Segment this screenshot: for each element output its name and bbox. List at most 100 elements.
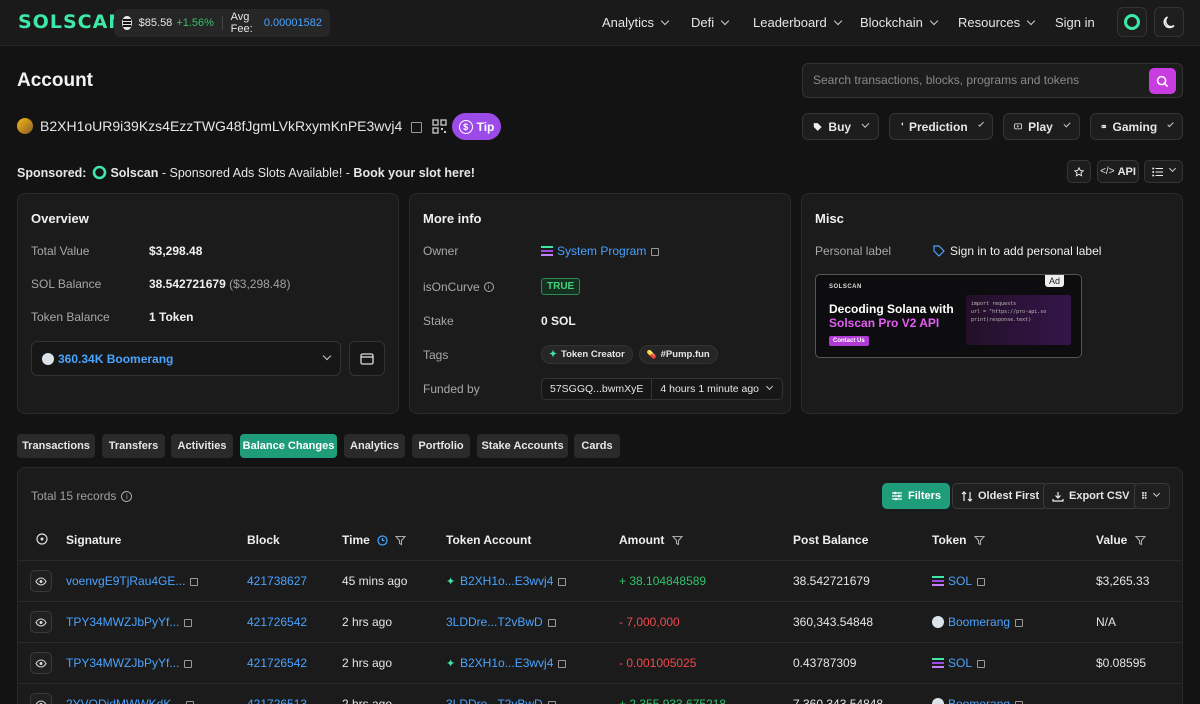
token-account-link[interactable]: B2XH1o...E3wvj4 bbox=[460, 574, 553, 588]
signature-link[interactable]: 2YVQDidMWWKdK... bbox=[66, 697, 181, 704]
search-input[interactable]: Search transactions, blocks, programs an… bbox=[802, 63, 1183, 98]
tag-token-creator[interactable]: ✦ Token Creator bbox=[541, 345, 633, 364]
tag-icon bbox=[933, 245, 945, 257]
token-account-link[interactable]: 3LDDre...T2vBwD bbox=[446, 697, 543, 704]
tab-analytics[interactable]: Analytics bbox=[344, 434, 405, 458]
sort-button[interactable]: Oldest First bbox=[952, 483, 1049, 509]
nav-resources[interactable]: Resources bbox=[958, 15, 1036, 30]
solscan-app-button[interactable] bbox=[1117, 7, 1147, 37]
help-icon[interactable] bbox=[36, 533, 48, 545]
book-slot-link[interactable]: Book your slot here! bbox=[353, 166, 475, 180]
filter-icon[interactable] bbox=[974, 535, 986, 546]
block-link[interactable]: 421726542 bbox=[247, 656, 307, 670]
theme-toggle-button[interactable] bbox=[1154, 7, 1184, 37]
play-dropdown[interactable]: Play bbox=[1003, 113, 1080, 140]
token-account-link[interactable]: B2XH1o...E3wvj4 bbox=[460, 656, 553, 670]
token-select-dropdown[interactable]: 360.34K Boomerang bbox=[31, 341, 341, 376]
solana-token-icon bbox=[932, 658, 944, 668]
sol-balance: 38.542721679 ($3,298.48) bbox=[149, 277, 290, 291]
filters-button[interactable]: Filters bbox=[882, 483, 951, 509]
boomerang-token-icon bbox=[932, 698, 944, 704]
ad-banner[interactable]: import requests url = "https://pro-api.s… bbox=[815, 274, 1082, 358]
chevron-down-icon bbox=[1026, 16, 1036, 26]
nav-defi[interactable]: Defi bbox=[691, 15, 730, 30]
copy-icon[interactable] bbox=[547, 619, 556, 627]
copy-icon[interactable] bbox=[558, 578, 567, 586]
export-csv-button[interactable]: Export CSV bbox=[1043, 483, 1139, 509]
tab-activities[interactable]: Activities bbox=[171, 434, 233, 458]
funded-by-address[interactable]: 57SGGQ...bwmXyE bbox=[542, 383, 651, 395]
token-link[interactable]: SOL bbox=[948, 574, 972, 588]
view-details-button[interactable] bbox=[30, 652, 52, 674]
wallet-button[interactable] bbox=[349, 341, 385, 376]
tab-balance-changes[interactable]: Balance Changes bbox=[240, 434, 337, 458]
copy-icon[interactable] bbox=[411, 121, 423, 133]
filter-icon[interactable] bbox=[672, 535, 684, 546]
stake-label: Stake bbox=[423, 314, 454, 328]
view-details-button[interactable] bbox=[30, 693, 52, 704]
tab-transfers[interactable]: Transfers bbox=[102, 434, 165, 458]
block-link[interactable]: 421726513 bbox=[247, 697, 307, 704]
signature-link[interactable]: TPY34MWZJbPyYf... bbox=[66, 615, 179, 629]
header-amount: Amount bbox=[619, 533, 684, 547]
tab-portfolio[interactable]: Portfolio bbox=[412, 434, 470, 458]
add-personal-label-link[interactable]: Sign in to add personal label bbox=[933, 244, 1101, 258]
view-details-button[interactable] bbox=[30, 570, 52, 592]
copy-icon[interactable] bbox=[651, 248, 660, 256]
nav-leaderboard[interactable]: Leaderboard bbox=[753, 15, 842, 30]
copy-icon[interactable] bbox=[558, 660, 567, 668]
info-icon[interactable]: i bbox=[121, 490, 133, 502]
search-button[interactable] bbox=[1149, 68, 1176, 94]
copy-icon[interactable] bbox=[977, 578, 986, 586]
tip-button[interactable]: $ Tip bbox=[452, 113, 501, 140]
block-link[interactable]: 421738627 bbox=[247, 574, 307, 588]
filter-icon[interactable] bbox=[394, 535, 406, 546]
ad-cta-button[interactable]: Contact Us bbox=[829, 336, 869, 346]
sponsor-brand[interactable]: Solscan bbox=[110, 166, 158, 180]
copy-icon[interactable] bbox=[977, 660, 986, 668]
tag-icon bbox=[813, 122, 822, 131]
owner[interactable]: System Program bbox=[541, 244, 660, 258]
buy-dropdown[interactable]: Buy bbox=[802, 113, 879, 140]
tag-label: Token Creator bbox=[560, 349, 625, 360]
filter-icon[interactable] bbox=[1135, 535, 1147, 546]
nav-label: Defi bbox=[691, 15, 715, 30]
copy-icon[interactable] bbox=[190, 578, 199, 586]
header-token-account: Token Account bbox=[446, 533, 532, 547]
nav-analytics[interactable]: Analytics bbox=[602, 15, 670, 30]
favorite-button[interactable] bbox=[1067, 160, 1091, 183]
column-options-button[interactable]: ⠿ bbox=[1134, 483, 1170, 509]
tag-pump-fun[interactable]: 💊 #Pump.fun bbox=[638, 345, 718, 364]
list-options-button[interactable] bbox=[1144, 160, 1183, 183]
token-account-cell: ✦ B2XH1o...E3wvj4 bbox=[446, 656, 567, 670]
copy-icon[interactable] bbox=[184, 660, 193, 668]
gaming-dropdown[interactable]: Gaming bbox=[1090, 113, 1183, 140]
copy-icon[interactable] bbox=[184, 619, 193, 627]
prediction-dropdown[interactable]: Prediction bbox=[889, 113, 993, 140]
tab-cards[interactable]: Cards bbox=[574, 434, 620, 458]
token-link[interactable]: Boomerang bbox=[948, 697, 1010, 704]
info-icon[interactable]: i bbox=[483, 282, 494, 292]
ad-badge: Ad bbox=[1044, 275, 1064, 287]
token-account-link[interactable]: 3LDDre...T2vBwD bbox=[446, 615, 543, 629]
chevron-down-icon bbox=[977, 120, 984, 127]
token-select-value: 360.34K Boomerang bbox=[58, 351, 174, 366]
qr-code-icon[interactable] bbox=[432, 118, 447, 134]
add-personal-label-text: Sign in to add personal label bbox=[950, 244, 1102, 258]
sign-in-link[interactable]: Sign in bbox=[1055, 15, 1095, 30]
clock-icon[interactable] bbox=[377, 534, 388, 546]
funded-by-widget[interactable]: 57SGGQ...bwmXyE 4 hours 1 minute ago bbox=[541, 378, 784, 400]
token-link[interactable]: Boomerang bbox=[948, 615, 1010, 629]
api-button[interactable]: </> API bbox=[1097, 160, 1139, 183]
nav-blockchain[interactable]: Blockchain bbox=[860, 15, 939, 30]
token-link[interactable]: SOL bbox=[948, 656, 972, 670]
copy-icon[interactable] bbox=[1015, 619, 1024, 627]
header-signature: Signature bbox=[66, 533, 122, 547]
tab-transactions[interactable]: Transactions bbox=[17, 434, 95, 458]
block-link[interactable]: 421726542 bbox=[247, 615, 307, 629]
solscan-logo[interactable]: SOLSCAN bbox=[18, 11, 125, 33]
signature-link[interactable]: TPY34MWZJbPyYf... bbox=[66, 656, 179, 670]
tab-stake-accounts[interactable]: Stake Accounts bbox=[477, 434, 568, 458]
view-details-button[interactable] bbox=[30, 611, 52, 633]
signature-link[interactable]: voenvgE9TjRau4GE... bbox=[66, 574, 185, 588]
